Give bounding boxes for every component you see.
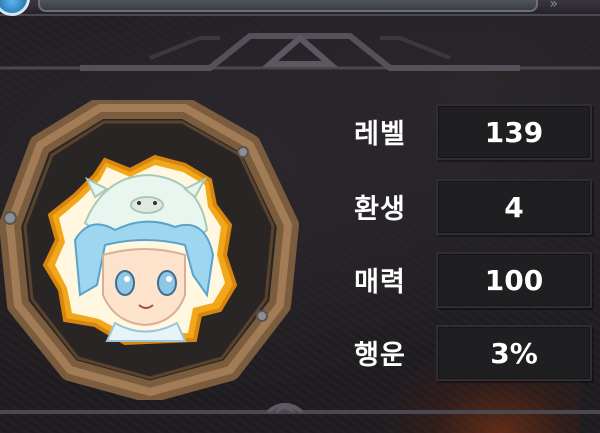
double-arrow-icon: » [549,0,558,12]
character-portrait[interactable] [35,145,245,355]
stat-value: 3% [436,325,592,381]
stat-value: 4 [436,179,592,235]
stat-value: 100 [436,252,592,308]
stat-value: 139 [436,104,592,160]
stat-label: 행운 [354,339,406,371]
stat-row-level: 레벨 139 [330,104,592,160]
stat-row-luck: 행운 3% [330,325,592,381]
chevron-ornament-icon [0,403,600,414]
stat-row-charm: 매력 100 [330,252,592,308]
triangle-ornament-icon [0,33,600,71]
stat-label: 레벨 [354,118,406,150]
stat-label: 환생 [354,193,406,225]
stat-label: 매력 [354,266,406,298]
top-bar [38,0,538,12]
stat-row-rebirth: 환생 4 [330,179,592,235]
